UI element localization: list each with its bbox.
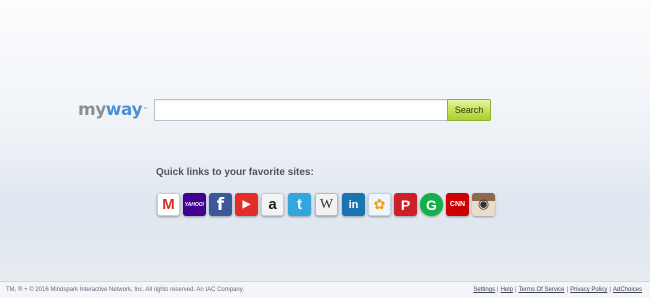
wikipedia-icon[interactable]: W [315, 193, 338, 216]
linkedin-icon[interactable]: in [342, 193, 365, 216]
terms-link[interactable]: Terms Of Service [519, 287, 565, 293]
search-button[interactable]: Search [447, 99, 491, 121]
youtube-icon[interactable]: ▶ [235, 193, 258, 216]
myway-logo: myway™ [78, 100, 148, 120]
msn-icon[interactable]: ✿ [368, 193, 391, 216]
amazon-icon[interactable]: a [261, 193, 284, 216]
help-link[interactable]: Help [501, 287, 513, 293]
yahoo-icon[interactable]: YAHOO! [183, 193, 206, 216]
quick-links-title: Quick links to your favorite sites: [156, 167, 314, 178]
settings-link[interactable]: Settings [473, 287, 495, 293]
twitter-icon[interactable]: t [288, 193, 311, 216]
gmail-icon[interactable]: M [157, 193, 180, 216]
instagram-icon[interactable]: ◉ [472, 193, 495, 216]
copyright-text: TM, ® + © 2016 Mindspark Interactive Net… [6, 287, 244, 293]
adchoices-link[interactable]: AdChoices [613, 287, 642, 293]
cnn-icon[interactable]: CNN [446, 193, 469, 216]
pinterest-icon[interactable]: P [394, 193, 417, 216]
search-input[interactable] [155, 100, 447, 120]
facebook-icon[interactable]: f [209, 193, 232, 216]
g-icon[interactable]: G [420, 193, 443, 216]
footer: TM, ® + © 2016 Mindspark Interactive Net… [0, 281, 650, 298]
footer-links: Settings | Help | Terms Of Service | Privacy P… [473, 287, 642, 293]
privacy-link[interactable]: Privacy Policy [570, 287, 607, 293]
search-field[interactable] [154, 99, 447, 121]
